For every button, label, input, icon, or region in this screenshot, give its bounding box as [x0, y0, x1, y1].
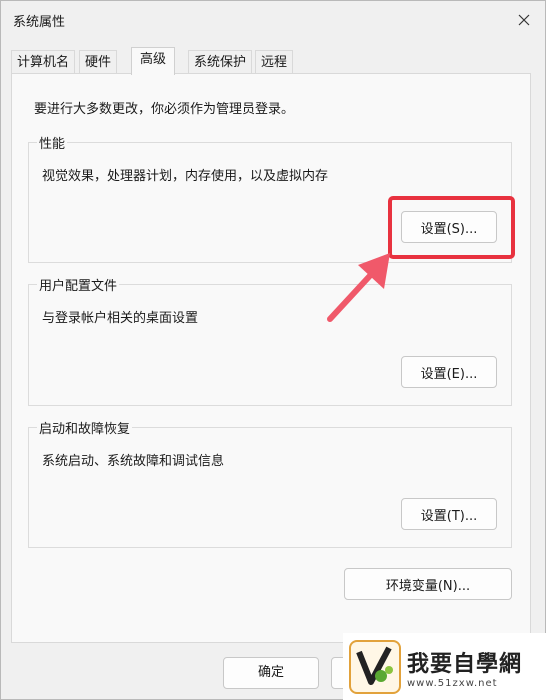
window-title: 系统属性 [13, 15, 66, 30]
watermark: 我要自學網 www.51zxw.net [343, 633, 546, 700]
startup-recovery-description: 系统启动、系统故障和调试信息 [42, 454, 225, 469]
watermark-brand: 我要自學網 [407, 650, 523, 677]
title-bar: 系统属性 [1, 1, 545, 39]
tab-system-protection[interactable]: 系统保护 [188, 50, 253, 75]
watermark-text: 我要自學網 www.51zxw.net [407, 646, 522, 689]
ok-button[interactable]: 确定 [223, 657, 319, 689]
close-button[interactable] [511, 7, 537, 33]
startup-recovery-group: 启动和故障恢复 系统启动、系统故障和调试信息 设置(T)... [28, 418, 512, 548]
tab-hardware[interactable]: 硬件 [79, 50, 118, 75]
startup-recovery-title: 启动和故障恢复 [37, 418, 133, 437]
tab-advanced[interactable]: 高级 [131, 47, 176, 75]
advanced-panel: 要进行大多数更改，你必须作为管理员登录。 性能 视觉效果，处理器计划，内存使用，… [11, 73, 531, 643]
user-profiles-description: 与登录帐户相关的桌面设置 [42, 311, 199, 326]
user-profiles-settings-button[interactable]: 设置(E)... [401, 356, 497, 388]
user-profiles-group: 用户配置文件 与登录帐户相关的桌面设置 设置(E)... [28, 275, 512, 406]
tab-computer-name[interactable]: 计算机名 [11, 50, 76, 75]
arrow-icon [327, 253, 390, 322]
user-profiles-title: 用户配置文件 [37, 275, 120, 294]
tab-strip: 计算机名 硬件 高级 系统保护 远程 [11, 47, 511, 75]
system-properties-window: 系统属性 计算机名 硬件 高级 系统保护 远程 要进行大多数更改，你必须作为管理… [0, 0, 546, 700]
watermark-url: www.51zxw.net [407, 677, 498, 689]
startup-recovery-settings-button[interactable]: 设置(T)... [401, 498, 497, 530]
environment-variables-button[interactable]: 环境变量(N)... [344, 568, 512, 600]
watermark-logo-icon [349, 640, 401, 694]
admin-notice: 要进行大多数更改，你必须作为管理员登录。 [34, 102, 295, 117]
performance-description: 视觉效果，处理器计划，内存使用，以及虚拟内存 [42, 169, 329, 184]
tab-remote[interactable]: 远程 [255, 50, 294, 75]
performance-title: 性能 [37, 133, 68, 152]
close-icon [518, 14, 530, 26]
highlight-box [388, 196, 515, 259]
